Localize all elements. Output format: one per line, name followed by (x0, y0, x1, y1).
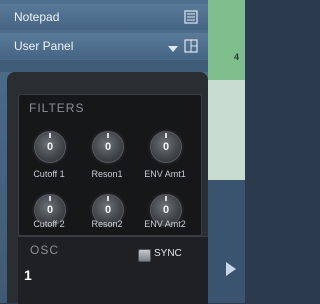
chevron-down-icon[interactable] (168, 42, 178, 56)
track-number: 4 (234, 52, 240, 62)
track-lower (208, 180, 245, 303)
reson1-label: Reson1 (91, 169, 123, 179)
filters-section: FILTERS 0 Cutoff 1 0 Reson1 0 ENV Amt1 0… (18, 94, 202, 236)
cutoff1-knob[interactable]: 0 (34, 131, 66, 163)
notepad-row[interactable]: Notepad (0, 4, 208, 30)
sync-button[interactable] (138, 249, 151, 262)
osc-section: OSC 1 SYNC (18, 236, 208, 304)
notepad-label: Notepad (14, 10, 60, 24)
cutoff1-value: 0 (46, 141, 54, 153)
panel-divider (0, 60, 208, 72)
track-strip: 4 (208, 0, 245, 303)
env-amt1-knob[interactable]: 0 (150, 131, 182, 163)
osc-number: 1 (24, 267, 32, 283)
track-header[interactable] (208, 0, 245, 80)
cutoff2-label: Cutoff 2 (33, 219, 65, 229)
sync-label: SYNC (154, 248, 182, 259)
reson2-label: Reson2 (91, 219, 123, 229)
cutoff1-label: Cutoff 1 (33, 169, 65, 179)
filters-title: FILTERS (29, 101, 85, 115)
env-amt1-value: 0 (162, 141, 170, 153)
user-panel-label: User Panel (14, 39, 74, 53)
user-panel-row[interactable]: User Panel (0, 33, 208, 59)
reson1-value: 0 (104, 141, 112, 153)
osc-title: OSC (30, 243, 60, 257)
env-amt1-label: ENV Amt1 (144, 169, 186, 179)
reson1-knob[interactable]: 0 (92, 131, 124, 163)
env-amt2-label: ENV Amt2 (144, 219, 186, 229)
play-icon[interactable] (226, 262, 236, 276)
notepad-icon[interactable] (184, 10, 198, 24)
track-region[interactable] (208, 80, 245, 180)
panel-layout-icon[interactable] (184, 39, 198, 53)
